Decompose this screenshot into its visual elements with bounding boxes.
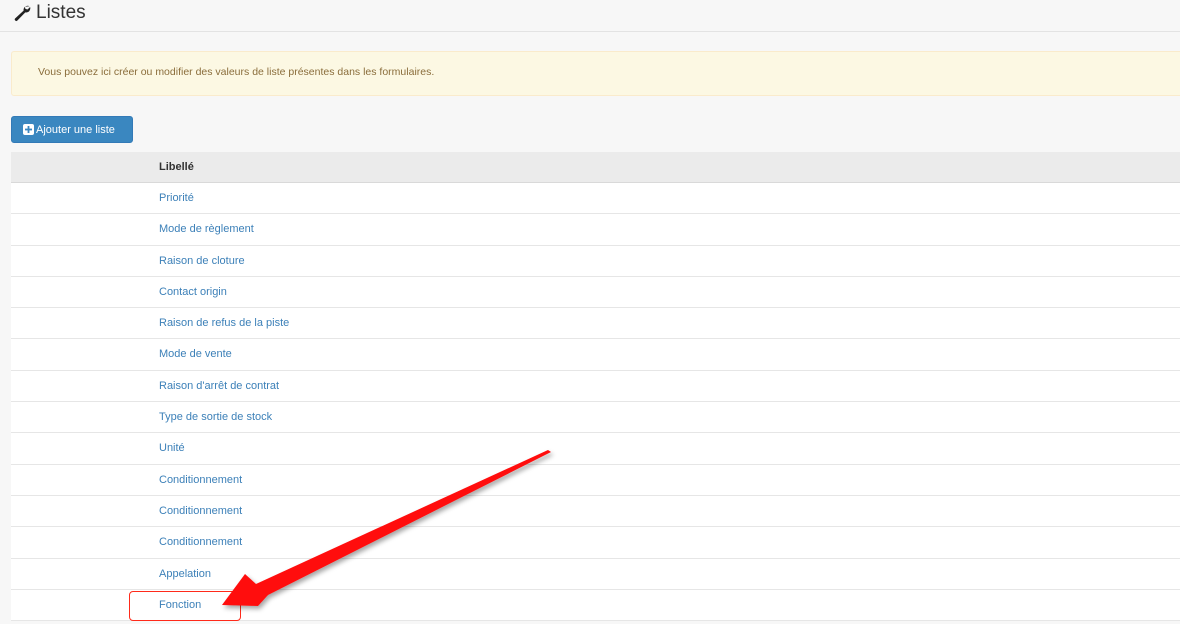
list-link-priorite[interactable]: Priorité <box>159 192 194 204</box>
table-row: Conditionnement <box>11 464 1180 496</box>
wrench-icon <box>14 5 31 21</box>
table-row: Type de sortie de stock <box>11 402 1180 434</box>
table-row: Raison de refus de la piste <box>11 308 1180 340</box>
table-row: Priorité <box>11 183 1180 215</box>
table-header: Libellé <box>11 152 1180 183</box>
table-row: Mode de règlement <box>11 214 1180 246</box>
table-row: Conditionnement <box>11 527 1180 559</box>
list-link-raison-de-refus[interactable]: Raison de refus de la piste <box>159 317 289 329</box>
list-link-fonction[interactable]: Fonction <box>159 599 201 611</box>
table-row: Raison d'arrêt de contrat <box>11 370 1180 403</box>
table-row: Unité <box>11 433 1180 465</box>
list-link-appelation[interactable]: Appelation <box>159 568 211 580</box>
list-link-conditionnement[interactable]: Conditionnement <box>159 536 242 548</box>
page-header: Listes <box>0 0 1180 32</box>
list-link-raison-arret-contrat[interactable]: Raison d'arrêt de contrat <box>159 380 279 392</box>
plus-square-icon <box>23 124 34 135</box>
table-row: Contact origin <box>11 276 1180 309</box>
table-row: Conditionnement <box>11 495 1180 528</box>
lists-table: Libellé Priorité Mode de règlement Raiso… <box>11 152 1180 622</box>
list-link-unite[interactable]: Unité <box>159 442 185 454</box>
table-row: Appelation <box>11 558 1180 590</box>
table-row: Raison de cloture <box>11 245 1180 277</box>
list-link-conditionnement[interactable]: Conditionnement <box>159 505 242 517</box>
list-link-mode-de-reglement[interactable]: Mode de règlement <box>159 223 254 235</box>
page-title-text: Listes <box>36 2 86 23</box>
list-link-raison-de-cloture[interactable]: Raison de cloture <box>159 255 245 267</box>
page-title: Listes <box>12 2 86 24</box>
list-link-mode-de-vente[interactable]: Mode de vente <box>159 348 232 360</box>
list-link-conditionnement[interactable]: Conditionnement <box>159 474 242 486</box>
add-list-button[interactable]: Ajouter une liste <box>11 116 133 143</box>
column-header-libelle: Libellé <box>159 161 194 173</box>
add-list-button-label: Ajouter une liste <box>36 123 115 136</box>
table-row: Mode de vente <box>11 339 1180 371</box>
info-alert: Vous pouvez ici créer ou modifier des va… <box>11 51 1180 96</box>
table-row: Fonction <box>11 589 1180 622</box>
info-alert-text: Vous pouvez ici créer ou modifier des va… <box>38 66 435 78</box>
list-link-type-sortie-stock[interactable]: Type de sortie de stock <box>159 411 272 423</box>
list-link-contact-origin[interactable]: Contact origin <box>159 286 227 298</box>
